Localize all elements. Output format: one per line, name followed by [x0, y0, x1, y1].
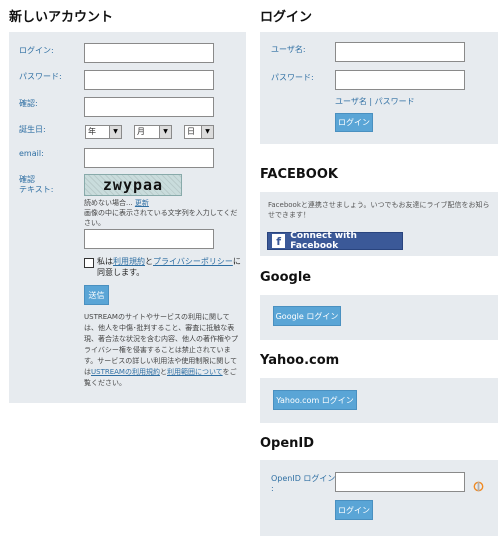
login-password-label: パスワード:	[271, 73, 314, 82]
google-login-button[interactable]: Google ログイン	[273, 306, 341, 326]
year-select[interactable]: 年 ▼	[85, 125, 122, 139]
password-input[interactable]	[84, 70, 214, 90]
day-value: 日	[187, 127, 195, 136]
yahoo-login-button[interactable]: Yahoo.com ログイン	[273, 390, 357, 410]
google-title: Google	[260, 270, 312, 285]
chevron-down-icon: ▼	[159, 126, 171, 138]
submit-button[interactable]: 送信	[84, 285, 109, 305]
login-password-input[interactable]	[335, 70, 465, 90]
username-label: ユーザ名:	[271, 45, 306, 54]
openid-panel: OpenID ログイン : ログイン	[260, 460, 498, 536]
terms-link[interactable]: 利用規約	[113, 257, 145, 266]
captcha-instruction: 画像の中に表示されている文字列を入力してください。	[84, 209, 238, 227]
openid-icon	[473, 477, 484, 492]
forgot-links: ユーザ名 | パスワード	[335, 96, 415, 107]
terms-text: 私は利用規約とプライバシーポリシーに同意します。	[97, 256, 242, 278]
confirm-text-label-2: テキスト:	[19, 185, 54, 194]
confirm-text-label-1: 確認	[19, 175, 35, 184]
yahoo-panel: Yahoo.com ログイン	[260, 378, 498, 423]
yahoo-title: Yahoo.com	[260, 353, 340, 368]
terms-checkbox[interactable]	[84, 258, 94, 268]
refresh-link[interactable]: 更新	[135, 199, 149, 207]
confirm-input[interactable]	[84, 97, 214, 117]
unreadable-text: 読めない場合...	[84, 199, 133, 207]
new-account-panel: ログイン: パスワード: 確認: 誕生日: 年 ▼ 月 ▼ 日 ▼ email:…	[9, 32, 246, 403]
day-select[interactable]: 日 ▼	[184, 125, 214, 139]
forgot-username-link[interactable]: ユーザ名	[335, 97, 367, 106]
captcha-image: zwypaa	[84, 174, 182, 196]
month-select[interactable]: 月 ▼	[134, 125, 172, 139]
openid-label-1: OpenID ログイン	[271, 474, 336, 483]
captcha-refresh-line: 読めない場合... 更新	[84, 198, 239, 208]
openid-login-button[interactable]: ログイン	[335, 500, 373, 520]
login-panel: ユーザ名: パスワード: ユーザ名 | パスワード ログイン	[260, 32, 498, 144]
facebook-description: Facebookと連携させましょう。いつでもお友達にライブ配信をお知らせできます…	[268, 201, 490, 219]
forgot-password-link[interactable]: パスワード	[375, 97, 415, 106]
notice-usage-link[interactable]: 利用範囲について	[167, 368, 223, 376]
new-account-title: 新しいアカウント	[9, 10, 114, 25]
login-title: ログイン	[260, 10, 313, 25]
forgot-separator: |	[366, 97, 375, 106]
captcha-input[interactable]	[84, 229, 214, 249]
birthday-label: 誕生日:	[19, 125, 46, 134]
facebook-icon: f	[272, 234, 286, 248]
month-value: 月	[137, 127, 145, 136]
openid-title: OpenID	[260, 436, 315, 451]
login-input[interactable]	[84, 43, 214, 63]
facebook-connect-button[interactable]: f Connect with Facebook	[267, 231, 403, 251]
confirm-label: 確認:	[19, 99, 38, 108]
terms-prefix: 私は	[97, 257, 113, 266]
openid-label-2: :	[271, 484, 274, 493]
facebook-title: FACEBOOK	[260, 167, 338, 182]
username-input[interactable]	[335, 42, 465, 62]
facebook-connect-label: Connect with Facebook	[290, 231, 357, 251]
chevron-down-icon: ▼	[109, 126, 121, 138]
year-value: 年	[88, 127, 96, 136]
google-panel: Google ログイン	[260, 295, 498, 340]
chevron-down-icon: ▼	[201, 126, 213, 138]
notice-text: USTREAMのサイトやサービスの利用に関しては、他人を中傷･批判すること、審査…	[84, 312, 242, 389]
openid-input[interactable]	[335, 472, 465, 492]
privacy-link[interactable]: プライバシーポリシー	[153, 257, 233, 266]
password-label: パスワード:	[19, 72, 62, 81]
terms-and: と	[145, 257, 153, 266]
email-label: email:	[19, 149, 44, 158]
notice-terms-link[interactable]: USTREAMの利用規約	[91, 368, 160, 376]
login-button[interactable]: ログイン	[335, 113, 373, 132]
login-label: ログイン:	[19, 46, 54, 55]
email-input[interactable]	[84, 148, 214, 168]
notice-body: USTREAMのサイトやサービスの利用に関しては、他人を中傷･批判すること、審査…	[84, 313, 238, 376]
notice-and: と	[159, 368, 167, 376]
facebook-panel: Facebookと連携させましょう。いつでもお友達にライブ配信をお知らせできます…	[260, 192, 498, 256]
